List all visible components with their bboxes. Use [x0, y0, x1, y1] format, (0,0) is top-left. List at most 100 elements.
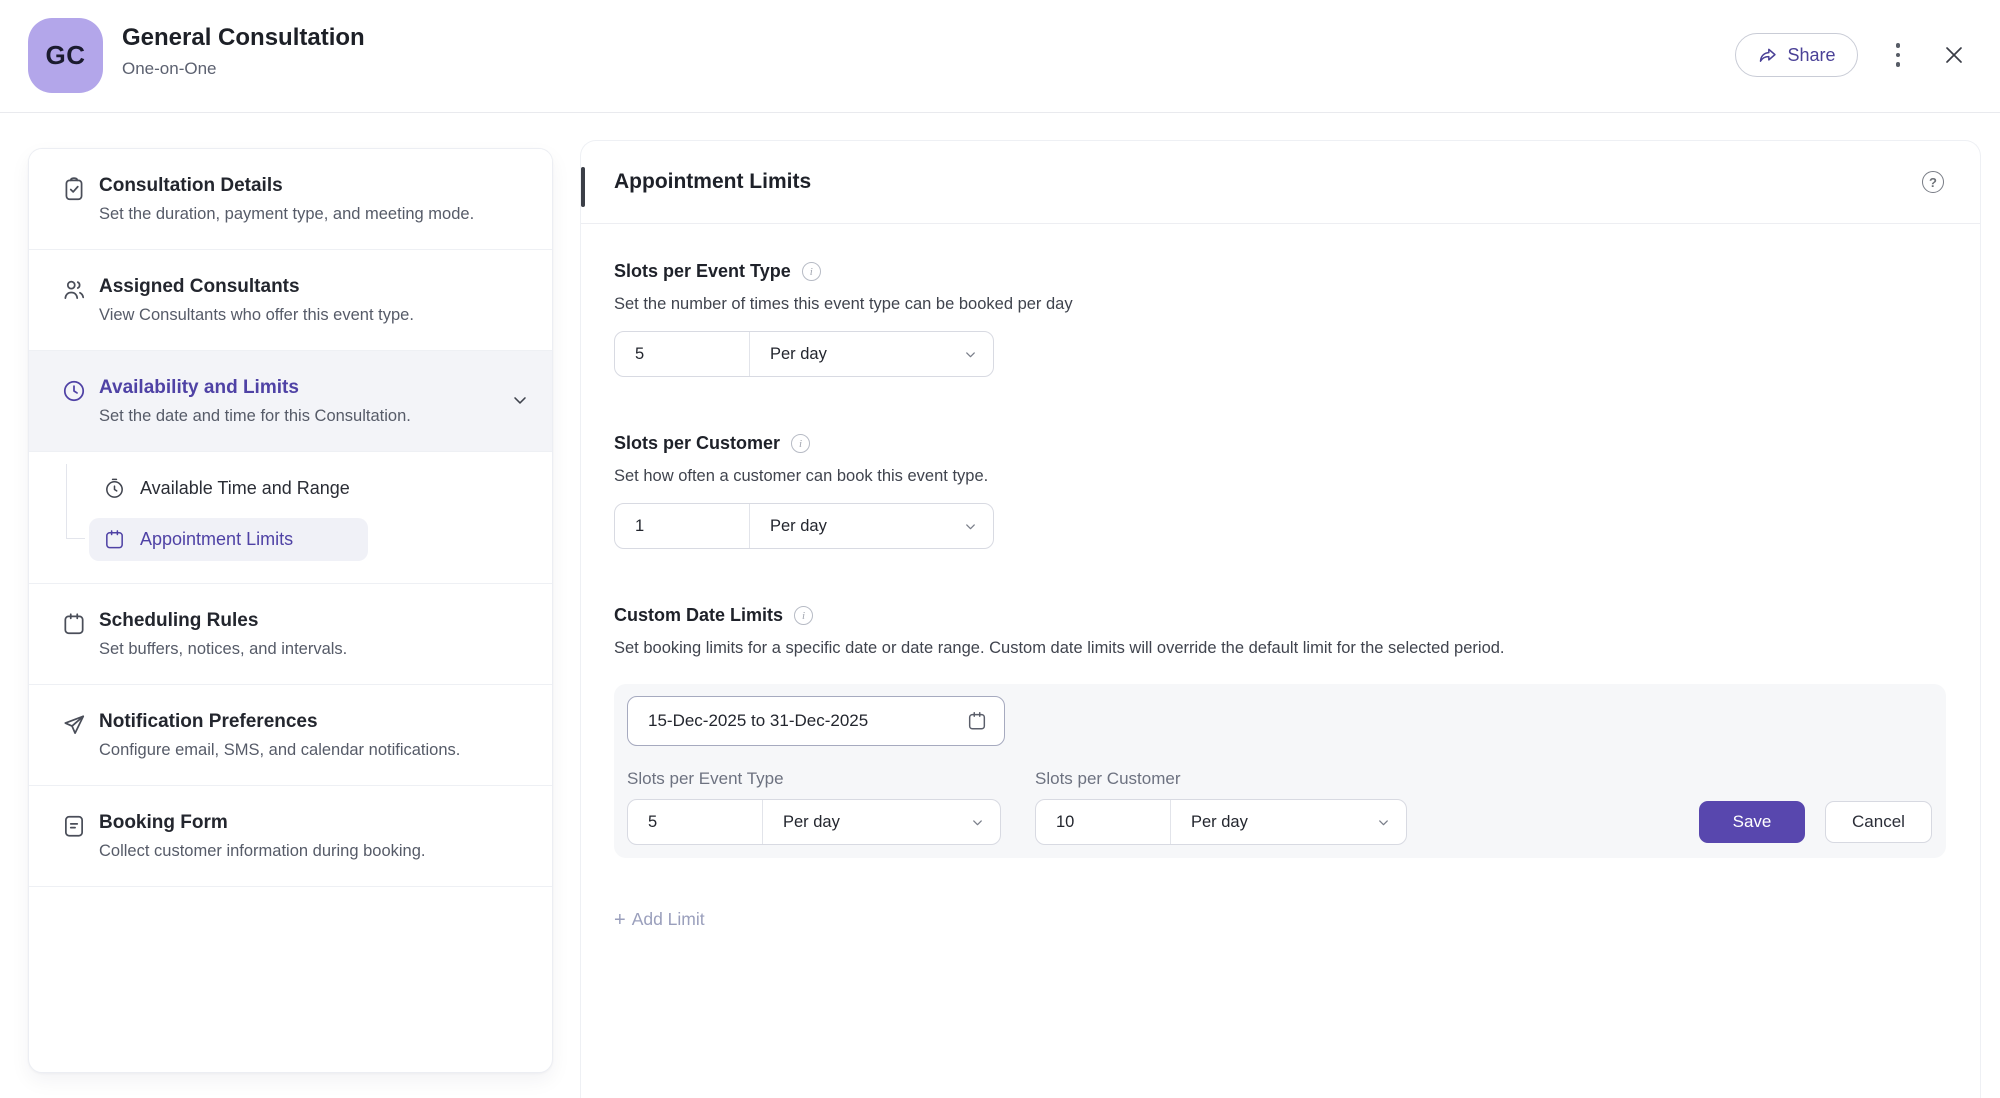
- page-title: General Consultation: [122, 24, 365, 52]
- sidebar-item-label: Availability and Limits: [99, 377, 411, 399]
- custom-event-type-group: Per day: [627, 799, 1001, 845]
- section-title: Custom Date Limits: [614, 605, 783, 626]
- sidebar-item-desc: Collect customer information during book…: [99, 842, 426, 861]
- sidebar-item-label: Assigned Consultants: [99, 276, 414, 298]
- custom-event-type-column: Slots per Event Type Per day: [627, 769, 1001, 845]
- sidebar-subitem-label: Available Time and Range: [140, 478, 350, 499]
- calendar-icon: [61, 611, 87, 637]
- page-subtitle: One-on-One: [122, 59, 365, 79]
- send-icon: [61, 712, 87, 738]
- chevron-down-icon: [963, 519, 978, 534]
- sidebar-item-assigned-consultants[interactable]: Assigned Consultants View Consultants wh…: [29, 250, 552, 351]
- add-limit-label: Add Limit: [632, 909, 705, 930]
- slots-count-field-wrap: [615, 332, 750, 376]
- custom-customer-unit-select[interactable]: Per day: [1171, 800, 1406, 844]
- slots-per-customer-input[interactable]: [615, 517, 749, 536]
- share-icon: [1757, 45, 1778, 66]
- form-icon: [61, 813, 87, 839]
- title-block: General Consultation One-on-One: [122, 24, 365, 79]
- selected-unit: Per day: [770, 517, 827, 536]
- date-range-field: [627, 696, 1005, 746]
- sidebar-item-desc: View Consultants who offer this event ty…: [99, 306, 414, 325]
- chevron-down-icon: [963, 347, 978, 362]
- slots-per-event-type-group: Per day: [614, 331, 994, 377]
- share-button[interactable]: Share: [1735, 33, 1857, 77]
- section-desc: Set how often a customer can book this e…: [614, 467, 1944, 486]
- sidebar-item-availability-and-limits[interactable]: Availability and Limits Set the date and…: [29, 351, 552, 452]
- sidebar-item-label: Consultation Details: [99, 175, 474, 197]
- custom-date-limit-card: Slots per Event Type Per day: [614, 684, 1946, 858]
- panel-header: Appointment Limits ?: [581, 141, 1980, 224]
- slots-per-event-type-input[interactable]: [615, 345, 749, 364]
- slots-count-field-wrap: [615, 504, 750, 548]
- section-slots-per-event-type: Slots per Event Type i Set the number of…: [614, 261, 1944, 377]
- date-range-input[interactable]: [634, 710, 966, 732]
- kebab-menu-icon[interactable]: [1888, 37, 1909, 73]
- slots-per-customer-unit-select[interactable]: Per day: [750, 504, 993, 548]
- section-title: Slots per Customer: [614, 433, 780, 454]
- settings-sidebar: Consultation Details Set the duration, p…: [28, 148, 553, 1073]
- selected-unit: Per day: [783, 813, 840, 832]
- add-limit-button[interactable]: + Add Limit: [614, 909, 705, 930]
- custom-customer-input[interactable]: [1036, 813, 1170, 832]
- sidebar-subitem-appointment-limits[interactable]: Appointment Limits: [89, 518, 368, 561]
- sidebar-item-consultation-details[interactable]: Consultation Details Set the duration, p…: [29, 149, 552, 250]
- section-desc: Set booking limits for a specific date o…: [614, 639, 1944, 658]
- custom-event-type-input[interactable]: [628, 813, 762, 832]
- info-icon[interactable]: i: [802, 262, 821, 281]
- field-label: Slots per Event Type: [627, 769, 1001, 789]
- sidebar-item-desc: Configure email, SMS, and calendar notif…: [99, 741, 460, 760]
- sidebar-item-label: Notification Preferences: [99, 711, 460, 733]
- share-button-label: Share: [1787, 45, 1835, 66]
- field-label: Slots per Customer: [1035, 769, 1407, 789]
- sidebar-item-desc: Set buffers, notices, and intervals.: [99, 640, 347, 659]
- stopwatch-icon: [103, 477, 126, 500]
- section-custom-date-limits: Custom Date Limits i Set booking limits …: [614, 605, 1944, 930]
- sidebar-item-booking-form[interactable]: Booking Form Collect customer informatio…: [29, 786, 552, 887]
- custom-customer-column: Slots per Customer Per day: [1035, 769, 1407, 845]
- sidebar-item-notification-preferences[interactable]: Notification Preferences Configure email…: [29, 685, 552, 786]
- close-icon[interactable]: [1938, 39, 1970, 71]
- custom-event-type-unit-select[interactable]: Per day: [763, 800, 1000, 844]
- sidebar-subitem-label: Appointment Limits: [140, 529, 293, 550]
- info-icon[interactable]: i: [794, 606, 813, 625]
- selected-unit: Per day: [1191, 813, 1248, 832]
- appointment-limits-panel: Appointment Limits ? Slots per Event Typ…: [580, 140, 1981, 1098]
- tree-connector: [66, 464, 88, 539]
- slots-per-customer-group: Per day: [614, 503, 994, 549]
- calendar-icon[interactable]: [966, 710, 988, 732]
- window-header: GC General Consultation One-on-One Share: [0, 0, 2000, 113]
- sidebar-subitem-available-time-and-range[interactable]: Available Time and Range: [29, 468, 552, 509]
- plus-icon: +: [614, 910, 626, 930]
- custom-limit-actions: Save Cancel: [1699, 801, 1932, 843]
- clipboard-check-icon: [61, 176, 87, 202]
- calendar-icon: [103, 528, 126, 551]
- chevron-down-icon: [970, 815, 985, 830]
- slots-per-event-type-unit-select[interactable]: Per day: [750, 332, 993, 376]
- sidebar-item-label: Scheduling Rules: [99, 610, 347, 632]
- panel-body: Slots per Event Type i Set the number of…: [581, 224, 1980, 930]
- scrollbar-thumb[interactable]: [581, 167, 585, 207]
- section-slots-per-customer: Slots per Customer i Set how often a cus…: [614, 433, 1944, 549]
- sidebar-item-scheduling-rules[interactable]: Scheduling Rules Set buffers, notices, a…: [29, 584, 552, 685]
- sidebar-item-desc: Set the date and time for this Consultat…: [99, 407, 411, 426]
- selected-unit: Per day: [770, 345, 827, 364]
- help-icon[interactable]: ?: [1922, 171, 1944, 193]
- cancel-button[interactable]: Cancel: [1825, 801, 1932, 843]
- avatar: GC: [28, 18, 103, 93]
- section-title: Slots per Event Type: [614, 261, 791, 282]
- custom-limit-fields-row: Slots per Event Type Per day: [627, 769, 1932, 845]
- availability-subsection: Available Time and Range Appointment Lim…: [29, 452, 552, 584]
- info-icon[interactable]: i: [791, 434, 810, 453]
- section-desc: Set the number of times this event type …: [614, 295, 1944, 314]
- sidebar-item-desc: Set the duration, payment type, and meet…: [99, 205, 474, 224]
- save-button[interactable]: Save: [1699, 801, 1805, 843]
- users-icon: [61, 277, 87, 303]
- chevron-down-icon: [1376, 815, 1391, 830]
- panel-title: Appointment Limits: [614, 170, 811, 194]
- header-actions: Share: [1735, 33, 1970, 77]
- custom-customer-group: Per day: [1035, 799, 1407, 845]
- sidebar-item-label: Booking Form: [99, 812, 426, 834]
- chevron-down-icon[interactable]: [510, 390, 530, 410]
- clock-icon: [61, 378, 87, 404]
